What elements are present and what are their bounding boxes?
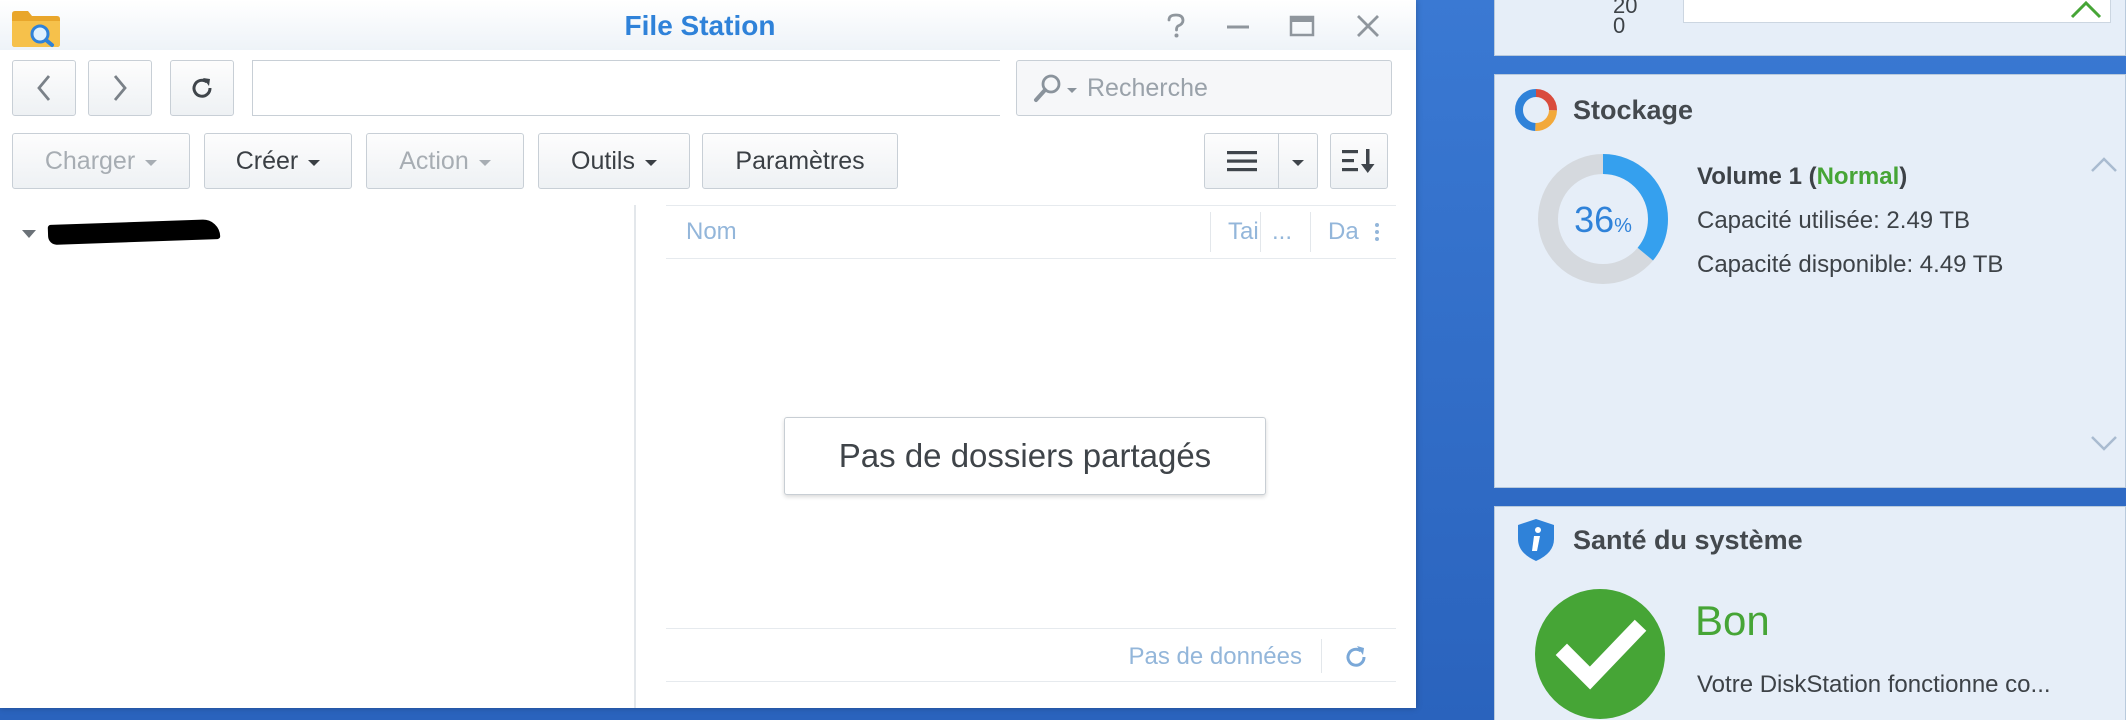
action-button-label: Action (399, 146, 469, 175)
refresh-button[interactable] (170, 60, 234, 116)
tools-button[interactable]: Outils (538, 133, 690, 189)
storage-icon (1515, 89, 1557, 131)
health-message: Votre DiskStation fonctionne co... (1697, 671, 2051, 698)
path-field[interactable] (252, 60, 1000, 116)
column-divider[interactable] (1310, 212, 1311, 252)
redacted-server-name (47, 219, 221, 245)
volume-label: Volume 1 ( (1697, 163, 1817, 190)
action-button[interactable]: Action (366, 133, 524, 189)
create-button-label: Créer (235, 146, 299, 175)
usage-percent: 36% (1537, 199, 1669, 241)
tree-root-node[interactable] (18, 219, 221, 245)
settings-button[interactable]: Paramètres (702, 133, 898, 189)
refresh-icon[interactable] (1342, 643, 1370, 671)
empty-message-text: Pas de dossiers partagés (838, 437, 1212, 474)
column-menu-button[interactable] (1374, 206, 1380, 258)
file-list-header: Nom Tai ... Da (666, 205, 1396, 259)
search-options-caret-icon[interactable] (1067, 87, 1077, 93)
column-date[interactable]: Da (1328, 206, 1359, 258)
file-list-statusbar: Pas de données (666, 628, 1396, 682)
usage-percent-value: 36 (1574, 199, 1615, 240)
used-capacity: Capacité utilisée: 2.49 TB (1697, 207, 1971, 234)
resource-monitor-widget: 20 0 (1494, 0, 2126, 56)
column-divider[interactable] (1210, 212, 1211, 252)
volume-label-suffix: ) (1899, 163, 1908, 190)
storage-title: Stockage (1573, 95, 1694, 125)
search-icon (1034, 74, 1061, 102)
window-titlebar[interactable]: File Station (0, 0, 1416, 50)
column-size[interactable]: Tai (1228, 206, 1259, 258)
search-placeholder: Recherche (1087, 73, 1208, 102)
maximize-icon (1289, 15, 1315, 37)
create-button[interactable]: Créer (204, 133, 352, 189)
list-view-icon (1226, 151, 1257, 172)
expand-arrow-icon[interactable] (22, 230, 36, 238)
sort-icon (1342, 149, 1375, 173)
column-type[interactable]: ... (1272, 206, 1292, 258)
view-options-button[interactable] (1278, 133, 1318, 189)
column-name[interactable]: Nom (686, 206, 737, 258)
chevron-up-icon[interactable] (2089, 155, 2119, 175)
chevron-left-icon (37, 75, 51, 101)
close-icon (1357, 15, 1379, 37)
settings-button-label: Paramètres (735, 146, 865, 175)
column-divider[interactable] (1260, 212, 1261, 252)
upload-button[interactable]: Charger (12, 133, 190, 189)
volume-line: Volume 1 (Normal) (1697, 163, 1907, 191)
search-field[interactable]: Recherche (1016, 60, 1392, 116)
maximize-button[interactable] (1284, 10, 1320, 42)
chevron-down-icon (145, 160, 158, 166)
help-button[interactable] (1158, 10, 1194, 42)
volume-status: Normal (1816, 163, 1900, 190)
minimize-icon (1227, 25, 1249, 29)
chevron-right-icon (113, 75, 127, 101)
refresh-icon (192, 78, 212, 98)
help-icon (1167, 13, 1185, 38)
back-button[interactable] (12, 60, 76, 116)
system-health-title: Santé du système (1573, 525, 1803, 555)
available-capacity: Capacité disponible: 4.49 TB (1697, 251, 2004, 278)
no-data-text: Pas de données (1128, 643, 1302, 670)
usage-percent-sign: % (1614, 215, 1632, 237)
upload-button-label: Charger (44, 146, 136, 175)
storage-widget: Stockage 36% Volume 1 (Normal) Capacité … (1494, 74, 2126, 488)
health-status: Bon (1695, 597, 1770, 644)
chevron-down-icon[interactable] (2089, 433, 2119, 453)
status-divider (1321, 639, 1322, 673)
more-vertical-icon (1375, 223, 1379, 241)
chevron-down-icon (478, 160, 491, 166)
minimize-button[interactable] (1220, 10, 1256, 42)
info-shield-icon (1518, 519, 1554, 561)
folder-tree[interactable] (0, 205, 634, 708)
axis-label: 0 (1613, 13, 1626, 38)
tools-button-label: Outils (571, 146, 635, 175)
file-station-window: File Station Recherche Charger Créer Act… (0, 0, 1416, 708)
panel-divider[interactable] (634, 205, 636, 708)
status-ok-icon (1535, 589, 1665, 719)
mini-chart-area (1683, 0, 2111, 23)
list-view-button[interactable] (1204, 133, 1278, 189)
sort-button[interactable] (1330, 133, 1388, 189)
chevron-down-icon (1292, 160, 1304, 166)
close-button[interactable] (1350, 10, 1386, 42)
chevron-up-icon[interactable] (2069, 0, 2103, 21)
empty-message: Pas de dossiers partagés (784, 417, 1266, 495)
system-health-widget: Santé du système Bon Votre DiskStation f… (1494, 506, 2126, 720)
chevron-down-icon (644, 160, 657, 166)
forward-button[interactable] (88, 60, 152, 116)
chevron-down-icon (308, 160, 321, 166)
